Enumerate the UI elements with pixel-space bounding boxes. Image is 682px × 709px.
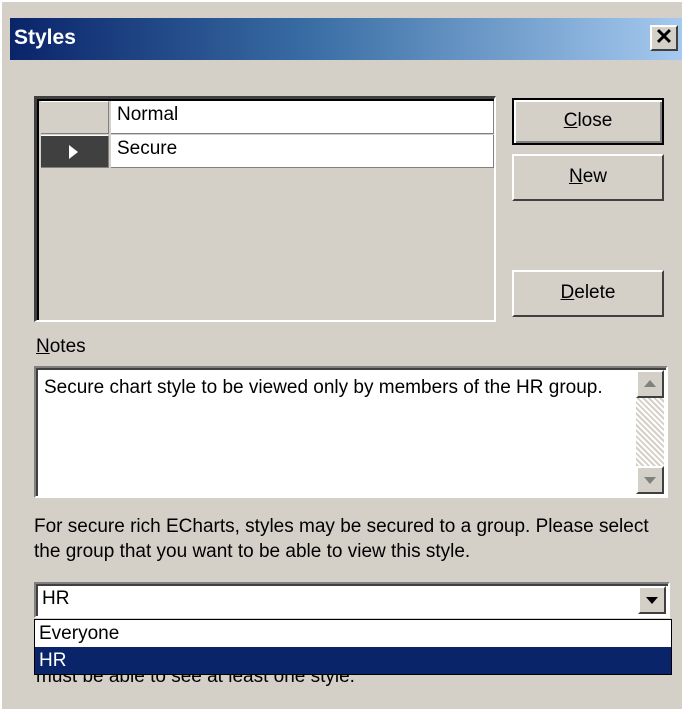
down-arrow-icon bbox=[646, 597, 658, 604]
close-button[interactable]: Close bbox=[512, 98, 664, 145]
group-dropdown-list[interactable]: Everyone HR bbox=[34, 619, 672, 675]
close-button-label: lose bbox=[577, 110, 613, 131]
delete-button-label: elete bbox=[574, 282, 616, 303]
close-icon: ✕ bbox=[654, 24, 674, 49]
close-window-button[interactable]: ✕ bbox=[650, 25, 678, 51]
down-arrow-icon bbox=[644, 477, 656, 484]
group-description: For secure rich ECharts, styles may be s… bbox=[34, 516, 649, 562]
styles-grid[interactable]: Normal Secure bbox=[34, 96, 496, 322]
notes-label: Notes bbox=[36, 336, 86, 358]
up-arrow-icon bbox=[644, 380, 656, 387]
group-select-value[interactable]: HR bbox=[42, 588, 69, 610]
group-dropdown-button[interactable] bbox=[638, 586, 666, 614]
title-bar[interactable]: Styles ✕ bbox=[10, 18, 682, 60]
row-selector[interactable] bbox=[41, 101, 109, 134]
notes-label-mnemonic: N bbox=[36, 336, 50, 357]
notes-textarea[interactable]: Secure chart style to be viewed only by … bbox=[34, 366, 668, 498]
dropdown-option-hr[interactable]: HR bbox=[35, 647, 671, 674]
row-selector[interactable] bbox=[41, 135, 109, 168]
group-select[interactable]: HR bbox=[34, 582, 670, 618]
new-button[interactable]: New bbox=[512, 154, 664, 201]
new-button-label: ew bbox=[582, 166, 608, 187]
scroll-up-button[interactable] bbox=[636, 370, 664, 398]
notes-scrollbar[interactable] bbox=[636, 370, 664, 494]
dropdown-option-everyone[interactable]: Everyone bbox=[35, 620, 671, 647]
style-name-cell[interactable]: Secure bbox=[111, 135, 494, 168]
notes-label-text: otes bbox=[49, 336, 86, 357]
styles-dialog: Styles ✕ Normal Secure Close New Delete … bbox=[0, 0, 682, 709]
close-button-mnemonic: C bbox=[563, 110, 578, 131]
delete-button-mnemonic: D bbox=[560, 282, 575, 303]
grid-row-secure[interactable]: Secure bbox=[41, 135, 494, 168]
scroll-down-button[interactable] bbox=[636, 466, 664, 494]
delete-button[interactable]: Delete bbox=[512, 270, 664, 317]
styles-grid-body: Normal Secure bbox=[37, 99, 494, 320]
new-button-mnemonic: N bbox=[568, 166, 583, 187]
style-name-cell[interactable]: Normal bbox=[111, 101, 494, 134]
current-row-icon bbox=[69, 145, 78, 159]
window-title: Styles bbox=[14, 26, 76, 49]
grid-row-normal[interactable]: Normal bbox=[41, 101, 494, 134]
notes-text[interactable]: Secure chart style to be viewed only by … bbox=[44, 376, 624, 400]
